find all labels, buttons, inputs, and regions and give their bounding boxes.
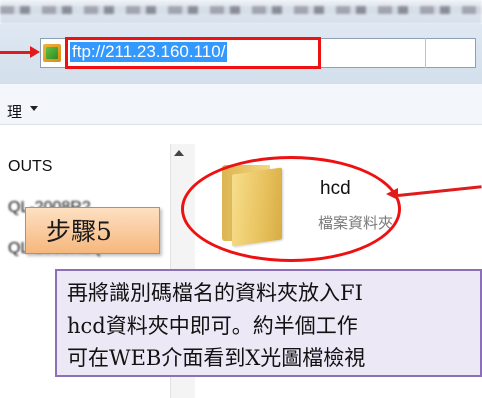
callout-arrow-right [397, 185, 482, 197]
instruction-line-2: hcd資料夾中即可。約半個工作 [67, 314, 358, 338]
folder-highlight-ellipse [181, 156, 401, 262]
chevron-down-icon[interactable] [30, 106, 38, 111]
ftp-site-icon [43, 44, 61, 62]
nav-item-outs[interactable]: OUTS [8, 158, 52, 176]
scroll-up-icon[interactable] [174, 150, 184, 156]
callout-arrowhead-left [30, 46, 40, 58]
organize-menu-button[interactable]: 理 [7, 101, 22, 122]
address-url-text[interactable]: ftp://211.23.160.110/ [70, 42, 228, 62]
address-bar-divider [425, 38, 426, 68]
callout-arrowhead-right [386, 188, 398, 200]
instruction-line-3: 可在WEB介面看到X光圖檔檢視 [67, 346, 366, 370]
instruction-line-1: 再將識別碼檔名的資料夾放入FI [67, 281, 363, 305]
window-title-bar [0, 0, 482, 24]
toolbar [0, 84, 482, 125]
step-label: 步驟5 [46, 217, 112, 246]
